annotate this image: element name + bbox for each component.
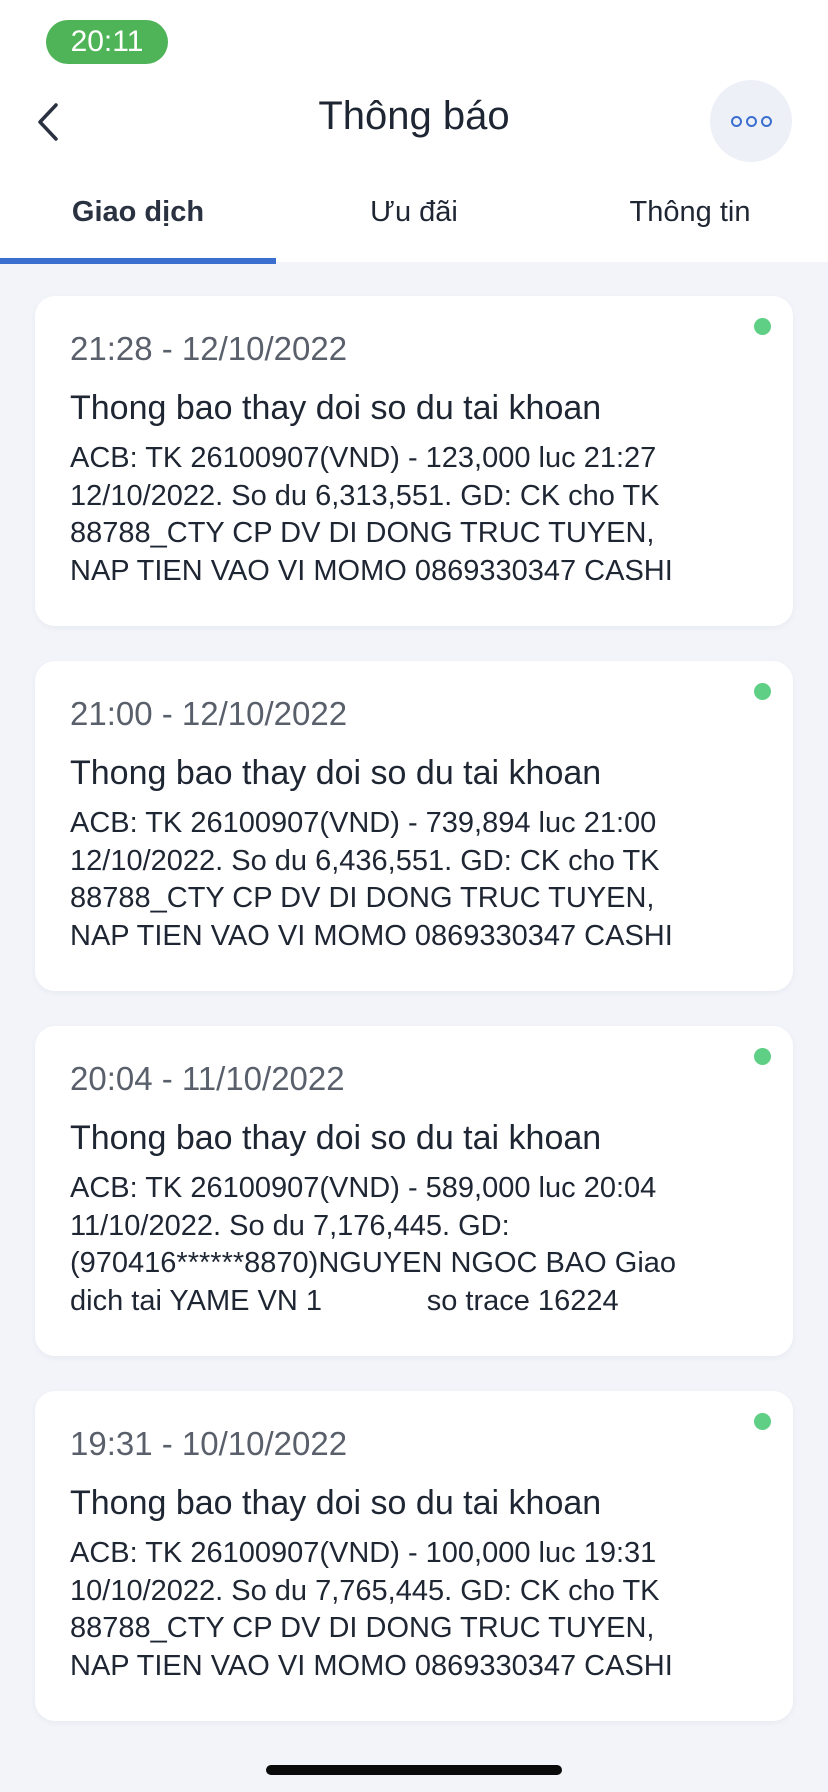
notification-list: 21:28 - 12/10/2022 Thong bao thay doi so… xyxy=(35,296,793,1756)
more-dots-icon xyxy=(745,115,757,127)
page-title: Thông báo xyxy=(318,94,510,138)
tab-bar: Giao dịch Ưu đãi Thông tin xyxy=(0,190,828,262)
notification-card[interactable]: 21:00 - 12/10/2022 Thong bao thay doi so… xyxy=(35,661,793,991)
notification-time: 20:04 - 11/10/2022 xyxy=(70,1060,345,1097)
notification-title: Thong bao thay doi so du tai khoan xyxy=(70,754,602,792)
unread-dot xyxy=(754,1413,771,1430)
tab-offers[interactable]: Ưu đãi xyxy=(276,190,552,262)
unread-dot xyxy=(754,1048,771,1065)
notification-card[interactable]: 21:28 - 12/10/2022 Thong bao thay doi so… xyxy=(35,296,793,626)
unread-dot xyxy=(754,683,771,700)
more-dots-icon xyxy=(760,115,772,127)
more-button[interactable] xyxy=(710,80,792,162)
notification-card[interactable]: 19:31 - 10/10/2022 Thong bao thay doi so… xyxy=(35,1391,793,1721)
notification-time: 21:28 - 12/10/2022 xyxy=(70,330,348,367)
notification-body: ACB: TK 26100907(VND) - 123,000 luc 21:2… xyxy=(70,442,673,587)
notification-body: ACB: TK 26100907(VND) - 739,894 luc 21:0… xyxy=(70,807,673,952)
notification-title: Thong bao thay doi so du tai khoan xyxy=(70,1484,602,1522)
home-indicator[interactable] xyxy=(266,1765,562,1775)
notification-time: 21:00 - 12/10/2022 xyxy=(70,695,348,732)
notification-body: ACB: TK 26100907(VND) - 100,000 luc 19:3… xyxy=(70,1537,673,1682)
notification-card[interactable]: 20:04 - 11/10/2022 Thong bao thay doi so… xyxy=(35,1026,793,1356)
active-tab-indicator xyxy=(0,258,276,264)
notification-title: Thong bao thay doi so du tai khoan xyxy=(70,389,602,427)
unread-dot xyxy=(754,318,771,335)
notification-body: ACB: TK 26100907(VND) - 589,000 luc 20:0… xyxy=(70,1172,677,1317)
tab-information[interactable]: Thông tin xyxy=(552,190,828,262)
notification-time: 19:31 - 10/10/2022 xyxy=(70,1425,348,1462)
app-header: 20:11 Thông báo Giao dịch Ưu đãi Thông t… xyxy=(0,0,828,264)
notification-title: Thong bao thay doi so du tai khoan xyxy=(70,1119,602,1157)
more-dots-icon xyxy=(730,115,742,127)
tab-transactions[interactable]: Giao dịch xyxy=(0,190,276,262)
status-time: 20:11 xyxy=(46,20,168,64)
